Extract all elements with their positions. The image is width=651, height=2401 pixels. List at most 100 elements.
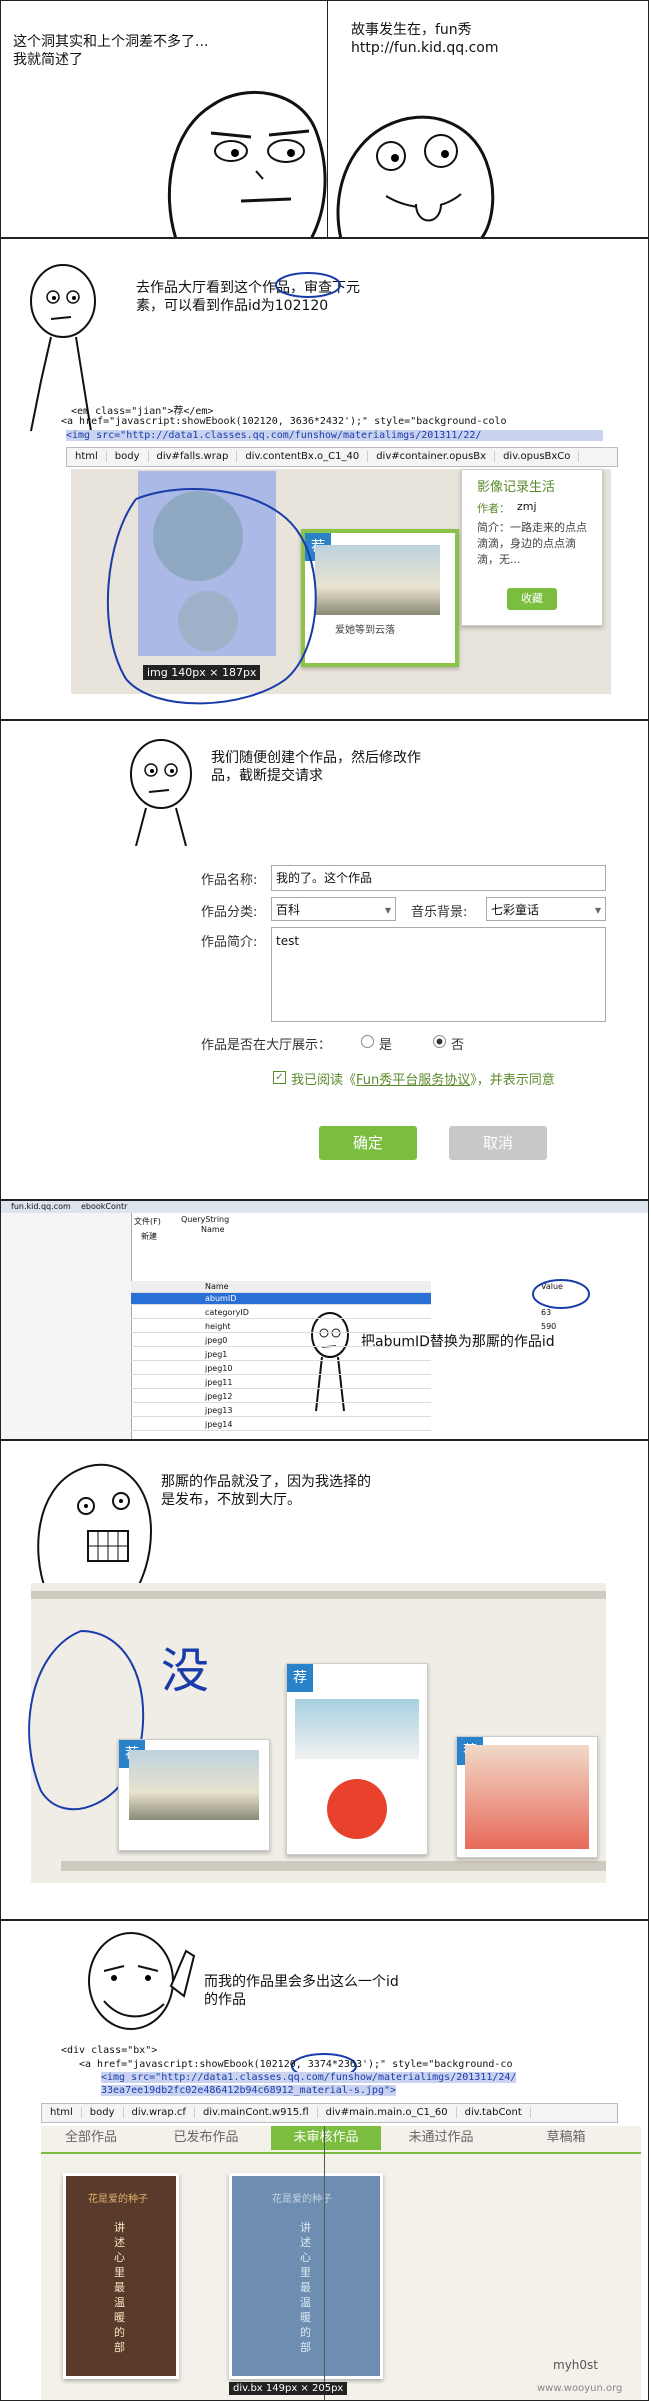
row-name: abumID <box>205 1294 237 1303</box>
panel-5: 那厮的作品就没了，因为我选择的 是发布，不放到大厅。 没 荐 荐 荐 <box>0 1440 649 1920</box>
table-row[interactable]: jpeg12 <box>131 1391 431 1403</box>
agree-text: 我已阅读《Fun秀平台服务协议》，并表示同意 <box>291 1069 555 1088</box>
tab[interactable]: ebookContr <box>81 1201 127 1213</box>
scribble-text: 没 <box>161 1643 210 1699</box>
menu-file[interactable]: 文件(F) <box>134 1216 161 1227</box>
author: zmj <box>517 500 537 513</box>
row-name: jpeg14 <box>205 1420 233 1429</box>
caption: 那厮的作品就没了，因为我选择的 是发布，不放到大厅。 <box>161 1474 371 1508</box>
code-line-2: <a href="javascript:showEbook(102120, 33… <box>79 2059 513 2070</box>
tab-published[interactable]: 已发布作品 <box>161 2126 251 2150</box>
popup-card: 影像记录生活 作者： zmj 简介：一路走来的点点 滴滴，身边的点点滴 滴，无.… <box>461 469 603 626</box>
radio-no[interactable] <box>433 1035 446 1048</box>
row-name: categoryID <box>205 1308 249 1317</box>
popup-intro: 简介：一路走来的点点 滴滴，身边的点点滴 滴，无... <box>477 521 587 566</box>
right-text: 故事发生在，fun秀 http://fun.kid.qq.com <box>351 22 499 56</box>
row-name: jpeg12 <box>205 1392 233 1401</box>
gallery-card[interactable]: 荐 <box>286 1663 428 1855</box>
radio-yes[interactable] <box>361 1035 374 1048</box>
table-row[interactable]: jpeg1 <box>131 1349 431 1361</box>
radio-no-label: 否 <box>451 1038 465 1053</box>
crumb[interactable]: div#container.opusBx <box>368 451 496 462</box>
works-tabs: 全部作品 已发布作品 未审核作品 未通过作品 草稿箱 <box>41 2126 641 2154</box>
code-line-1: <em class="jian">荐</em> <box>71 406 214 417</box>
breadcrumb: html body div.wrap.cf div.mainCont.w915.fl d… <box>41 2103 618 2123</box>
panel-3: 我们随便创建个作品，然后修改作 品，截断提交请求 作品名称: 我的了。这个作品 … <box>0 720 649 1200</box>
crumb[interactable]: body <box>81 2107 124 2118</box>
tab-drafts[interactable]: 草稿箱 <box>521 2126 611 2150</box>
code-line-1: <div class="bx"> <box>61 2045 158 2056</box>
row-name: jpeg1 <box>205 1350 228 1359</box>
code-line-3: <img src="http://data1.classes.qq.com/fu… <box>66 430 603 441</box>
book-cover-highlighted[interactable]: 花是爱的种子 讲 述 心 里 最 温 暖 的 部 <box>229 2173 383 2379</box>
table-row[interactable]: jpeg10 <box>131 1363 431 1375</box>
panel-4: fun.kid.qq.com ebookContr 文件(F) 新建 Query… <box>0 1200 649 1440</box>
table-row[interactable]: jpeg0 <box>131 1335 431 1347</box>
panel-1: 这个洞其实和上个洞差不多了... 我就简述了 故事发生在，fun秀 http:/… <box>0 0 649 238</box>
tab-pending[interactable]: 未审核作品 <box>271 2126 381 2150</box>
browser-tabs: fun.kid.qq.com ebookContr <box>1 1201 648 1213</box>
crumb[interactable]: div.opusBxCo <box>495 451 580 462</box>
tongue-face-icon <box>336 115 495 237</box>
row-name: jpeg13 <box>205 1406 233 1415</box>
crumb[interactable]: div.tabCont <box>456 2107 531 2118</box>
row-value[interactable]: 108197 <box>541 1293 572 1304</box>
collect-button[interactable]: 收藏 <box>507 588 557 610</box>
photo <box>295 1699 419 1759</box>
author-label: 作者： <box>477 502 510 515</box>
skeptical-face-icon <box>167 90 327 237</box>
book-title: 花是爱的种子 <box>272 2194 332 2205</box>
intro-textarea[interactable]: test <box>271 927 606 1022</box>
agree-suffix: 》，并表示同意 <box>470 1073 555 1088</box>
table-row[interactable]: jpeg14 <box>131 1419 431 1431</box>
crumb[interactable]: div.wrap.cf <box>123 2107 195 2118</box>
gallery-card[interactable]: 荐 <box>456 1736 598 1858</box>
gallery-card[interactable]: 荐 <box>118 1739 270 1851</box>
shelf-board <box>61 1861 606 1871</box>
music-select[interactable]: 七彩童话 <box>486 897 606 922</box>
crumb[interactable]: body <box>106 451 149 462</box>
popup-title: 影像记录生活 <box>477 480 556 495</box>
agree-prefix: 我已阅读《 <box>291 1073 357 1088</box>
code-line-2: <a href="javascript:showEbook(102120, 36… <box>61 416 507 427</box>
table-row[interactable]: jpeg13 <box>131 1405 431 1417</box>
agree-checkbox[interactable]: ✓ <box>273 1071 286 1084</box>
tab[interactable]: fun.kid.qq.com <box>11 1201 71 1213</box>
book-title: 花是爱的种子 <box>88 2194 148 2205</box>
photo-caption: 爱她等到云落 <box>335 625 395 636</box>
photo <box>465 1745 589 1849</box>
name-input[interactable]: 我的了。这个作品 <box>271 865 606 891</box>
ink-oval-icon <box>106 488 317 705</box>
recommend-tag: 荐 <box>287 1664 313 1692</box>
row-name: jpeg0 <box>205 1336 228 1345</box>
ink-circle-icon <box>275 272 341 298</box>
table-row[interactable]: jpeg11 <box>131 1377 431 1389</box>
crumb[interactable]: div#main.main.o_C1_60 <box>317 2107 457 2118</box>
cancel-button[interactable]: 取消 <box>449 1126 547 1160</box>
crumb[interactable]: div.mainCont.w915.fl <box>194 2107 318 2118</box>
tab-all[interactable]: 全部作品 <box>51 2126 131 2150</box>
ok-button[interactable]: 确定 <box>319 1126 417 1160</box>
music-label: 音乐背景: <box>411 905 468 920</box>
crumb[interactable]: div#falls.wrap <box>148 451 238 462</box>
table-row[interactable]: height 590 <box>131 1321 556 1333</box>
agree-link[interactable]: Fun秀平台服务协议 <box>356 1073 470 1088</box>
category-select[interactable]: 百科 <box>271 897 396 922</box>
row-value[interactable]: 590 <box>541 1321 556 1332</box>
menu-new[interactable]: 新建 <box>141 1231 157 1242</box>
caption: 而我的作品里会多出这么一个id 的作品 <box>204 1974 399 2008</box>
table-row[interactable]: categoryID 63 <box>131 1307 551 1319</box>
book-text: 讲 述 心 里 最 温 暖 的 部 <box>300 2221 311 2354</box>
row-value[interactable]: 63 <box>541 1307 551 1318</box>
crumb[interactable]: html <box>67 451 107 462</box>
shocked-face-icon <box>37 1463 153 1591</box>
left-text: 这个洞其实和上个洞差不多了... 我就简述了 <box>13 34 209 68</box>
book-cover[interactable]: 花是爱的种子 讲 述 心 里 最 温 暖 的 部 <box>63 2173 179 2379</box>
crumb[interactable]: html <box>42 2107 82 2118</box>
radio-yes-label: 是 <box>379 1038 393 1053</box>
table-row[interactable]: abumID 108197 <box>131 1293 572 1305</box>
tab-rejected[interactable]: 未通过作品 <box>391 2126 491 2150</box>
book-text: 讲 述 心 里 最 温 暖 的 部 <box>114 2221 125 2354</box>
grid-header: Name Value <box>131 1281 563 1293</box>
crumb[interactable]: div.contentBx.o_C1_40 <box>237 451 369 462</box>
